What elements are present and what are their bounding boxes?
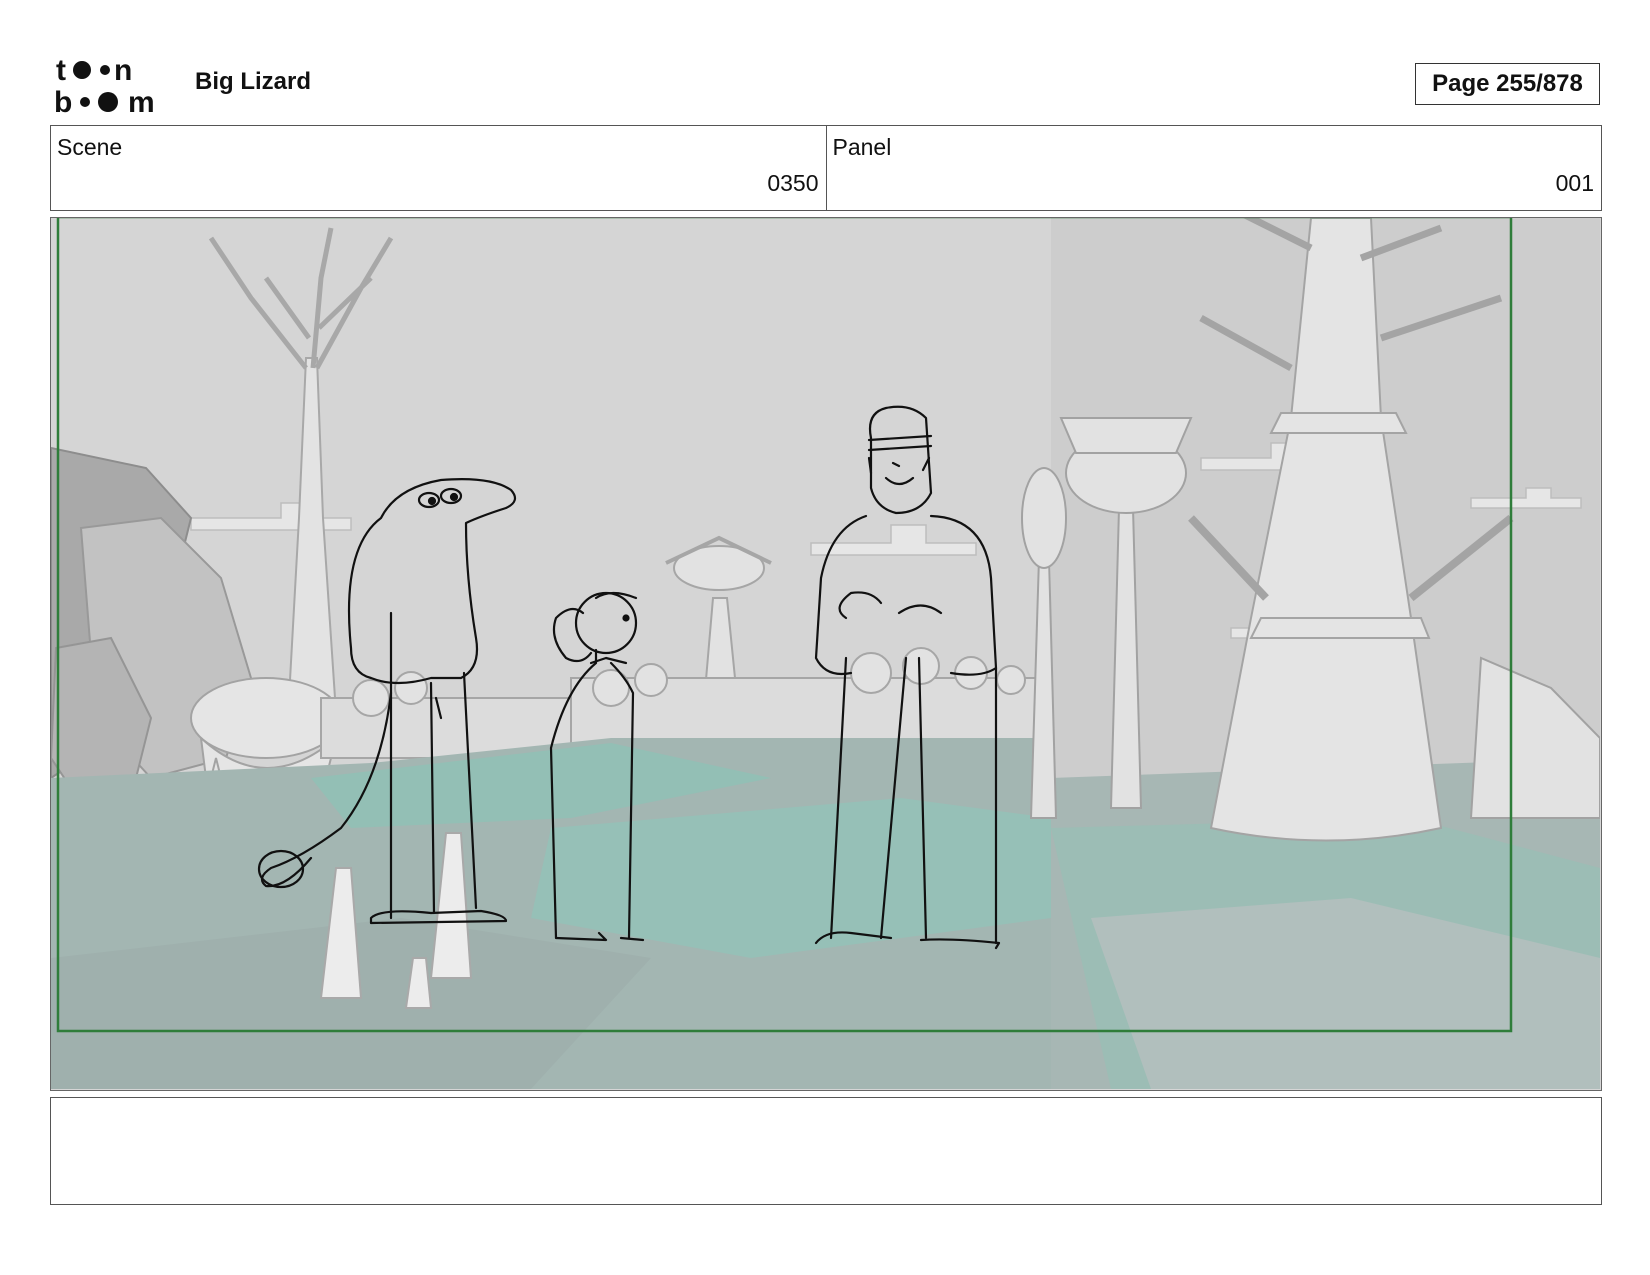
- panel-label: Panel: [832, 134, 892, 160]
- panel-cell: Panel 001: [825, 126, 1602, 210]
- svg-text:t: t: [56, 54, 66, 87]
- notes-box: [50, 1097, 1602, 1205]
- panel-value: 001: [1555, 170, 1594, 196]
- scene-value: 0350: [767, 170, 819, 196]
- scene-label: Scene: [57, 134, 123, 160]
- svg-text:m: m: [128, 86, 155, 116]
- storyboard-panel: [50, 217, 1602, 1091]
- toon-boom-logo: t n b m: [54, 54, 172, 119]
- svg-text:b: b: [54, 86, 72, 116]
- panel-artwork: [51, 218, 1600, 1089]
- project-title: Big Lizard: [195, 68, 312, 95]
- svg-text:n: n: [114, 54, 132, 87]
- scene-cell: Scene 0350: [51, 126, 826, 210]
- scene-panel-info-row: Scene 0350 Panel 001: [50, 125, 1602, 211]
- page-indicator: Page 255/878: [1415, 63, 1600, 105]
